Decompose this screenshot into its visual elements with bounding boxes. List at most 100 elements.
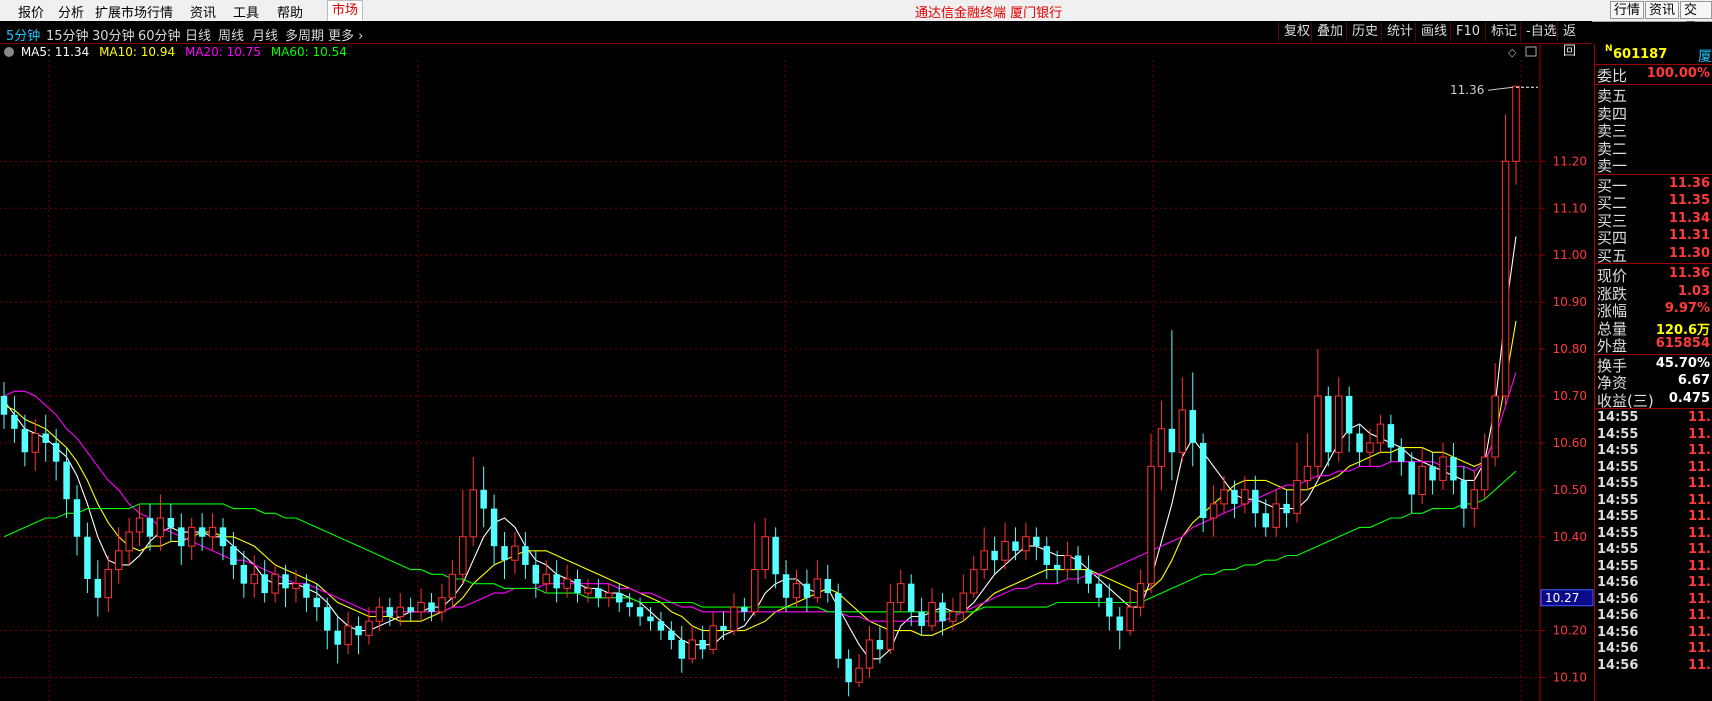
candle bbox=[271, 564, 279, 603]
market-tab[interactable]: 市场 bbox=[327, 0, 363, 21]
toolbar-draw[interactable]: 画线 bbox=[1415, 22, 1452, 42]
candle-body-down bbox=[1199, 442, 1207, 518]
menu-help[interactable]: 帮助 bbox=[277, 2, 303, 21]
period-15min[interactable]: 15分钟 bbox=[46, 25, 89, 44]
toolbar-history[interactable]: 历史 bbox=[1346, 22, 1383, 42]
toolbar-stats[interactable]: 统计 bbox=[1381, 22, 1418, 42]
candle bbox=[1356, 424, 1363, 467]
period-60min[interactable]: 60分钟 bbox=[138, 25, 181, 44]
tick-time: 14:55 bbox=[1597, 542, 1639, 557]
candle bbox=[1512, 85, 1520, 185]
candle bbox=[1178, 377, 1187, 462]
candle-body-down bbox=[939, 602, 946, 622]
stat-row-0-value: 45.70% bbox=[1655, 355, 1710, 371]
candle bbox=[1220, 475, 1228, 514]
candle bbox=[1325, 386, 1332, 467]
candle bbox=[1168, 330, 1176, 481]
candle-body-down bbox=[428, 602, 435, 612]
candle-body-up bbox=[208, 526, 217, 538]
tick-row: 14:56 11. bbox=[1595, 641, 1712, 659]
candle bbox=[688, 625, 696, 664]
menu-quote[interactable]: 报价 bbox=[18, 2, 44, 21]
menu-bar: 报价 分析 扩展市场行情 资讯 工具 帮助 市场 通达信金融终端 厦门银行 行情… bbox=[0, 0, 1712, 36]
candle-body-up bbox=[709, 625, 717, 650]
period-30min[interactable]: 30分钟 bbox=[92, 25, 135, 44]
menu-tools[interactable]: 工具 bbox=[233, 2, 259, 21]
tick-time: 14:55 bbox=[1597, 492, 1639, 508]
menu-extended-market[interactable]: 扩展市场行情 bbox=[95, 2, 173, 21]
candle-body-up bbox=[1157, 428, 1166, 467]
candle-body-up bbox=[813, 578, 822, 599]
candle-body-up bbox=[271, 573, 279, 594]
quote-mode-button[interactable]: 行情 bbox=[1610, 1, 1645, 19]
candle-body-down bbox=[1116, 616, 1123, 631]
ma-legend: MA5: 11.34 MA10: 10.94 MA20: 10.75 MA60:… bbox=[4, 45, 353, 59]
tick-row: 14:56 11. bbox=[1595, 575, 1712, 593]
period-daily[interactable]: 日线 bbox=[185, 25, 211, 44]
ma20-line bbox=[3, 372, 1517, 622]
candle-body-up bbox=[1178, 409, 1187, 453]
period-5min[interactable]: 5分钟 bbox=[6, 25, 40, 44]
tick-time: 14:55 bbox=[1597, 558, 1639, 574]
period-more[interactable]: 更多 › bbox=[328, 25, 363, 44]
tick-time: 14:56 bbox=[1597, 591, 1639, 607]
candle-body-down bbox=[230, 546, 237, 565]
candle-body-down bbox=[1387, 424, 1395, 448]
candle bbox=[208, 513, 217, 551]
candle-body-up bbox=[1136, 583, 1145, 608]
candle-body-down bbox=[386, 607, 394, 617]
candle-body-down bbox=[595, 588, 602, 598]
tick-row: 14:55 11. bbox=[1595, 476, 1712, 494]
candle-body-down bbox=[1168, 428, 1176, 453]
candle-body-down bbox=[991, 550, 998, 561]
candle-body-up bbox=[949, 611, 957, 622]
candle bbox=[668, 621, 675, 650]
candle-body-up bbox=[114, 550, 123, 571]
tick-time: 14:56 bbox=[1597, 657, 1639, 673]
menu-news[interactable]: 资讯 bbox=[190, 2, 216, 21]
candle-body-down bbox=[198, 527, 206, 537]
toolbar-overlay[interactable]: 叠加 bbox=[1311, 22, 1348, 42]
candle-body-up bbox=[438, 597, 446, 613]
candle bbox=[991, 536, 998, 575]
candle-body-up bbox=[365, 620, 373, 636]
y-tick-label: 10.50 bbox=[1553, 483, 1587, 497]
candle bbox=[94, 560, 102, 617]
candle bbox=[114, 527, 123, 584]
candle bbox=[31, 419, 40, 472]
toolbar-watchlist[interactable]: -自选 bbox=[1520, 22, 1562, 42]
kline-chart[interactable]: 11.20 11.10 11.00 10.90 10.80 10.70 10.60 10.50… bbox=[0, 44, 1594, 701]
ma-lines bbox=[3, 236, 1517, 660]
trade-mode-button[interactable]: 交易 bbox=[1680, 1, 1712, 36]
tick-time: 14:55 bbox=[1597, 410, 1639, 425]
candle-body-down bbox=[240, 564, 248, 584]
period-multi[interactable]: 多周期 bbox=[285, 25, 324, 44]
candle bbox=[1043, 536, 1050, 579]
toolbar-f10[interactable]: F10 bbox=[1450, 22, 1485, 42]
candle bbox=[939, 593, 946, 636]
stat-row-1-value: 6.67 bbox=[1677, 373, 1710, 388]
period-weekly[interactable]: 周线 bbox=[218, 25, 244, 44]
menu-analysis[interactable]: 分析 bbox=[58, 2, 84, 21]
period-monthly[interactable]: 月线 bbox=[252, 25, 278, 44]
tick-price: 11. bbox=[1687, 492, 1711, 508]
candle-body-down bbox=[678, 639, 686, 659]
candle-body-up bbox=[1491, 395, 1499, 458]
candle bbox=[1334, 377, 1343, 462]
candle-body-up bbox=[375, 606, 384, 622]
quote-row-0: 现价 11.36 bbox=[1595, 265, 1712, 285]
news-mode-button[interactable]: 资讯 bbox=[1645, 1, 1680, 19]
candle-body-up bbox=[1001, 540, 1009, 561]
candle bbox=[0, 381, 8, 429]
tick-price: 11. bbox=[1687, 657, 1711, 673]
candle bbox=[834, 583, 842, 669]
toolbar-adjust[interactable]: 复权 bbox=[1278, 22, 1315, 42]
toolbar-mark[interactable]: 标记 bbox=[1485, 22, 1522, 42]
candle bbox=[73, 485, 81, 556]
candle bbox=[178, 513, 185, 565]
ma-legend-toggle-icon[interactable] bbox=[4, 47, 14, 57]
candle bbox=[1199, 433, 1207, 533]
candle-body-up bbox=[584, 587, 592, 594]
toolbar-back[interactable]: 返回 bbox=[1557, 22, 1592, 59]
candle-body-down bbox=[1408, 461, 1415, 495]
